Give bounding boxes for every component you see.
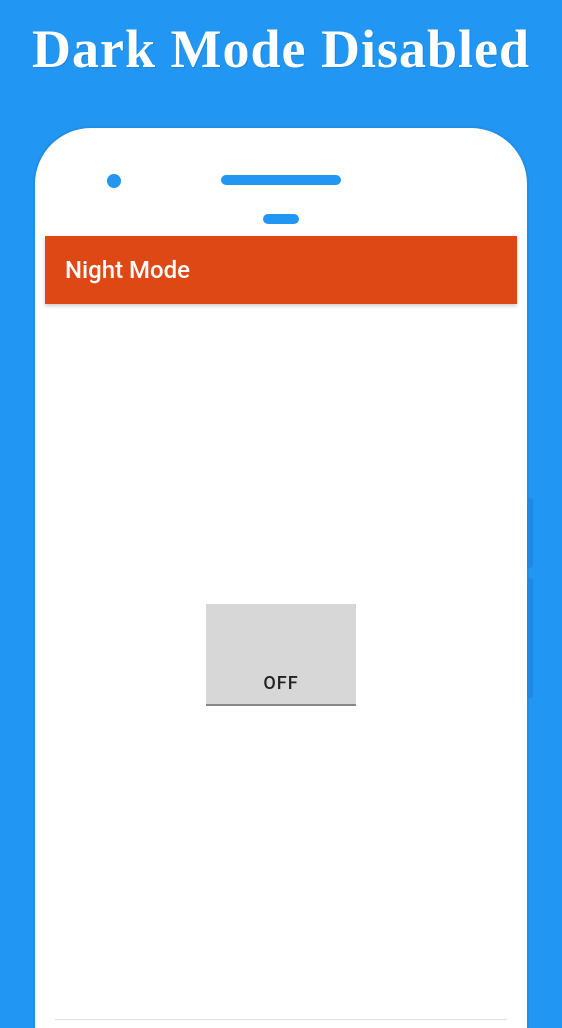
- phone-side-button-volume: [527, 578, 533, 698]
- phone-frame: Night Mode OFF: [35, 128, 527, 1028]
- night-mode-toggle-button[interactable]: OFF: [206, 604, 356, 706]
- phone-side-button-power: [527, 498, 533, 568]
- phone-speaker-top: [221, 175, 341, 185]
- app-content: Night Mode OFF: [45, 236, 517, 1028]
- bottom-divider: [55, 1019, 507, 1020]
- toggle-label: OFF: [263, 673, 298, 694]
- page-title: Dark Mode Disabled: [0, 0, 562, 80]
- phone-speaker-bottom: [263, 214, 299, 224]
- app-toolbar: Night Mode: [45, 236, 517, 304]
- toggle-container: OFF: [45, 604, 517, 706]
- phone-camera-dot: [107, 174, 121, 188]
- toolbar-title: Night Mode: [65, 256, 190, 284]
